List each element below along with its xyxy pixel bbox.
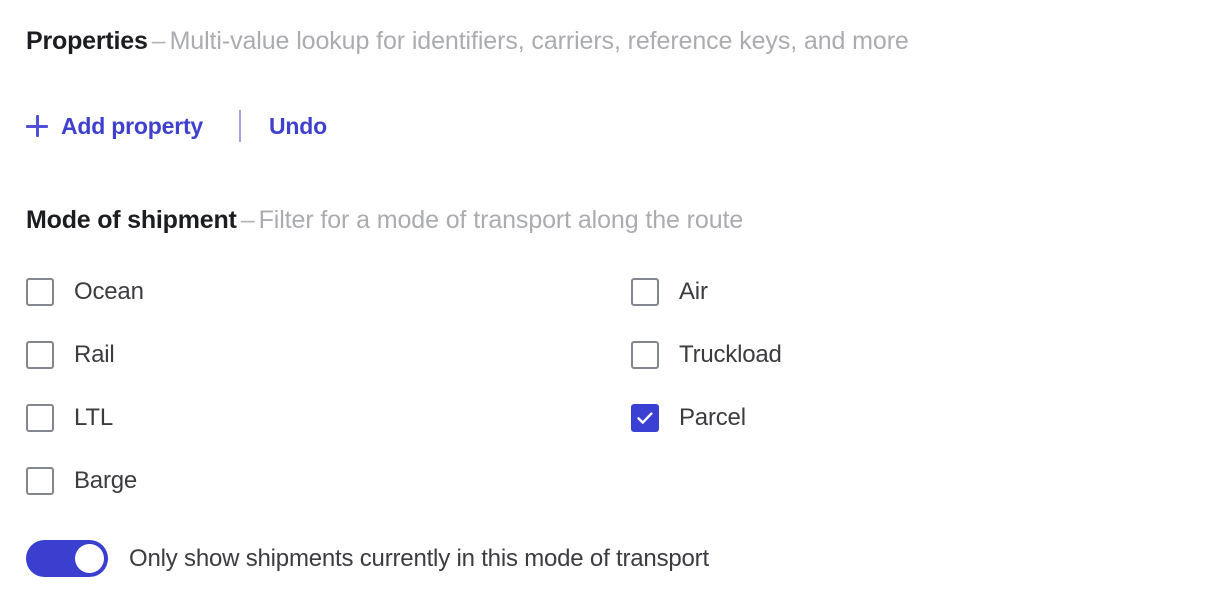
checkbox-label-air: Air bbox=[679, 278, 708, 305]
checkbox-air[interactable] bbox=[631, 278, 659, 306]
mode-toggle-row[interactable]: Only show shipments currently in this mo… bbox=[26, 540, 709, 577]
checkbox-rail[interactable] bbox=[26, 341, 54, 369]
checkbox-row-air[interactable]: Air bbox=[631, 276, 971, 308]
plus-icon bbox=[26, 115, 48, 137]
checkbox-ltl[interactable] bbox=[26, 404, 54, 432]
checkbox-label-rail: Rail bbox=[74, 341, 115, 368]
action-divider bbox=[239, 110, 241, 142]
checkbox-parcel[interactable] bbox=[631, 404, 659, 432]
properties-action-row: Add property Undo bbox=[26, 106, 327, 146]
check-icon bbox=[637, 412, 653, 424]
checkbox-label-truckload: Truckload bbox=[679, 341, 782, 368]
add-property-label: Add property bbox=[61, 112, 203, 139]
checkbox-row-parcel[interactable]: Parcel bbox=[631, 402, 971, 434]
mode-checkbox-column-right: Air Truckload Parcel bbox=[631, 276, 971, 465]
checkbox-row-ocean[interactable]: Ocean bbox=[26, 276, 366, 308]
checkbox-label-ocean: Ocean bbox=[74, 278, 144, 305]
mode-description: Filter for a mode of transport along the… bbox=[258, 206, 744, 234]
only-show-current-mode-toggle[interactable] bbox=[26, 540, 108, 577]
mode-checkbox-column-left: Ocean Rail LTL Barge bbox=[26, 276, 366, 528]
properties-section-heading: Properties – Multi-value lookup for identi… bbox=[26, 26, 909, 56]
checkbox-row-truckload[interactable]: Truckload bbox=[631, 339, 971, 371]
checkbox-label-barge: Barge bbox=[74, 467, 138, 494]
checkbox-row-ltl[interactable]: LTL bbox=[26, 402, 366, 434]
properties-description: Multi-value lookup for identifiers, carr… bbox=[169, 27, 909, 55]
mode-toggle-label: Only show shipments currently in this mo… bbox=[129, 544, 709, 572]
checkbox-row-barge[interactable]: Barge bbox=[26, 465, 366, 497]
checkbox-label-ltl: LTL bbox=[74, 404, 113, 431]
undo-button[interactable]: Undo bbox=[269, 113, 327, 140]
mode-dash: – bbox=[240, 206, 255, 234]
properties-title: Properties bbox=[26, 27, 148, 55]
checkbox-barge[interactable] bbox=[26, 467, 54, 495]
checkbox-row-rail[interactable]: Rail bbox=[26, 339, 366, 371]
toggle-knob bbox=[75, 544, 104, 573]
mode-section-heading: Mode of shipment – Filter for a mode of tr… bbox=[26, 205, 743, 235]
filter-panel: Properties – Multi-value lookup for identi… bbox=[0, 0, 1232, 610]
properties-dash: – bbox=[151, 27, 166, 55]
checkbox-label-parcel: Parcel bbox=[679, 404, 746, 431]
mode-title: Mode of shipment bbox=[26, 206, 237, 234]
add-property-button[interactable]: Add property bbox=[26, 113, 203, 140]
checkbox-ocean[interactable] bbox=[26, 278, 54, 306]
checkbox-truckload[interactable] bbox=[631, 341, 659, 369]
undo-label: Undo bbox=[269, 112, 327, 139]
